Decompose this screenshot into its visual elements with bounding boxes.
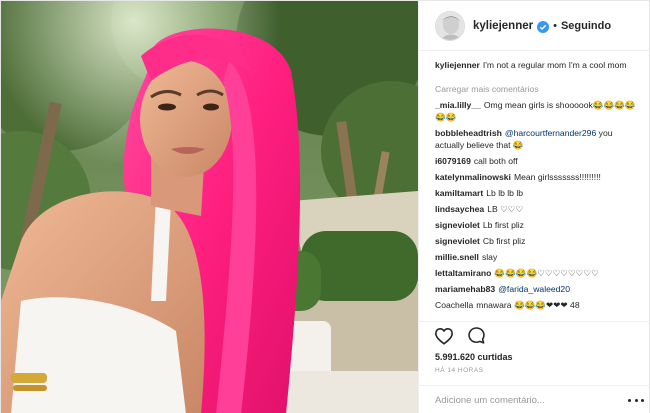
comment-item: lettaltamirano 😂😂😂😂♡♡♡♡♡♡♡♡ [435,267,640,279]
comment-text: slay [481,252,498,262]
comment-text: 😂😂😂😂♡♡♡♡♡♡♡♡ [494,268,599,278]
like-button[interactable] [433,325,455,347]
caption-username[interactable]: kyliejenner [435,60,480,70]
comment-item: signeviolet Lb first pliz [435,219,640,231]
post-timestamp[interactable]: HÁ 14 HORAS [435,367,484,374]
comment-username[interactable]: _mia.lilly__ [435,100,481,110]
comment-username[interactable]: mariamehab83 [435,284,495,294]
post-header: kyliejenner • Seguindo [419,1,650,51]
comment-text: Lb lb lb lb [486,188,524,198]
post-photo[interactable] [1,1,418,413]
comment-bubble-icon [467,327,485,344]
add-comment-bar [419,385,650,413]
comment-text: LB ♡♡♡ [487,204,524,214]
comment-item: kamiltamart Lb lb lb lb [435,187,640,199]
comment-item: _mia.lilly__ Omg mean girls is shoooook😂😂… [435,99,640,123]
comment-item: mariamehab83 @farida_waleed20 [435,283,640,295]
post-actions [419,321,650,349]
comment-username[interactable]: bobbleheadtrish [435,128,502,138]
comment-username[interactable]: lettaltamirano [435,268,491,278]
comment-input[interactable] [435,394,628,406]
comment-item: millie.snell slay [435,251,640,263]
avatar-image [436,11,464,40]
heart-icon [434,327,454,345]
comment-username[interactable]: signeviolet [435,220,480,230]
following-button[interactable]: Seguindo [561,20,611,32]
username-link[interactable]: kyliejenner [473,20,533,32]
comment-text: Cb first pliz [482,236,526,246]
comment-item: signeviolet Cb first pliz [435,235,640,247]
comment-username[interactable]: i6079169 [435,156,471,166]
photo-illustration [1,1,418,413]
header-separator: • [553,19,557,32]
comment-item: i6079169 call both off [435,155,640,167]
comments-list[interactable]: kyliejenner I'm not a regular mom I'm a c… [419,59,650,321]
avatar[interactable] [435,10,465,41]
comment-button[interactable] [465,325,487,347]
comment-mention[interactable]: @harcourtfernander296 [505,128,596,138]
more-options-icon[interactable] [628,394,644,406]
comment-text: mnawara 😂😂😂❤❤❤ 48 [476,300,580,310]
comment-text: call both off [473,156,518,166]
post-caption: kyliejenner I'm not a regular mom I'm a c… [435,59,640,71]
caption-text: I'm not a regular mom I'm a cool mom [482,60,627,70]
comment-mention[interactable]: @farida_waleed20 [498,284,570,294]
comment-item: Coachella mnawara 😂😂😂❤❤❤ 48 [435,299,640,311]
comment-username[interactable]: katelynmalinowski [435,172,511,182]
comment-username[interactable]: Coachella [435,300,473,310]
comment-username[interactable]: signeviolet [435,236,480,246]
likes-count[interactable]: 5.991.620 curtidas [435,352,513,362]
comment-item: katelynmalinowski Mean girlsssssss!!!!!!!… [435,171,640,183]
comment-text: Lb first pliz [482,220,524,230]
verified-badge-icon [537,20,550,33]
instagram-post: kyliejenner • Seguindo kyliejenner I'm no… [0,0,650,413]
comment-username[interactable]: millie.snell [435,252,479,262]
comment-username[interactable]: lindsaychea [435,204,484,214]
comment-text: Mean girlsssssss!!!!!!!!! [513,172,601,182]
comment-item: bobbleheadtrish @harcourtfernander296 you… [435,127,640,151]
comment-item: lindsaychea LB ♡♡♡ [435,203,640,215]
post-side-panel: kyliejenner • Seguindo kyliejenner I'm no… [418,1,650,413]
load-more-comments-link[interactable]: Carregar mais comentários [435,83,640,95]
comment-username[interactable]: kamiltamart [435,188,483,198]
